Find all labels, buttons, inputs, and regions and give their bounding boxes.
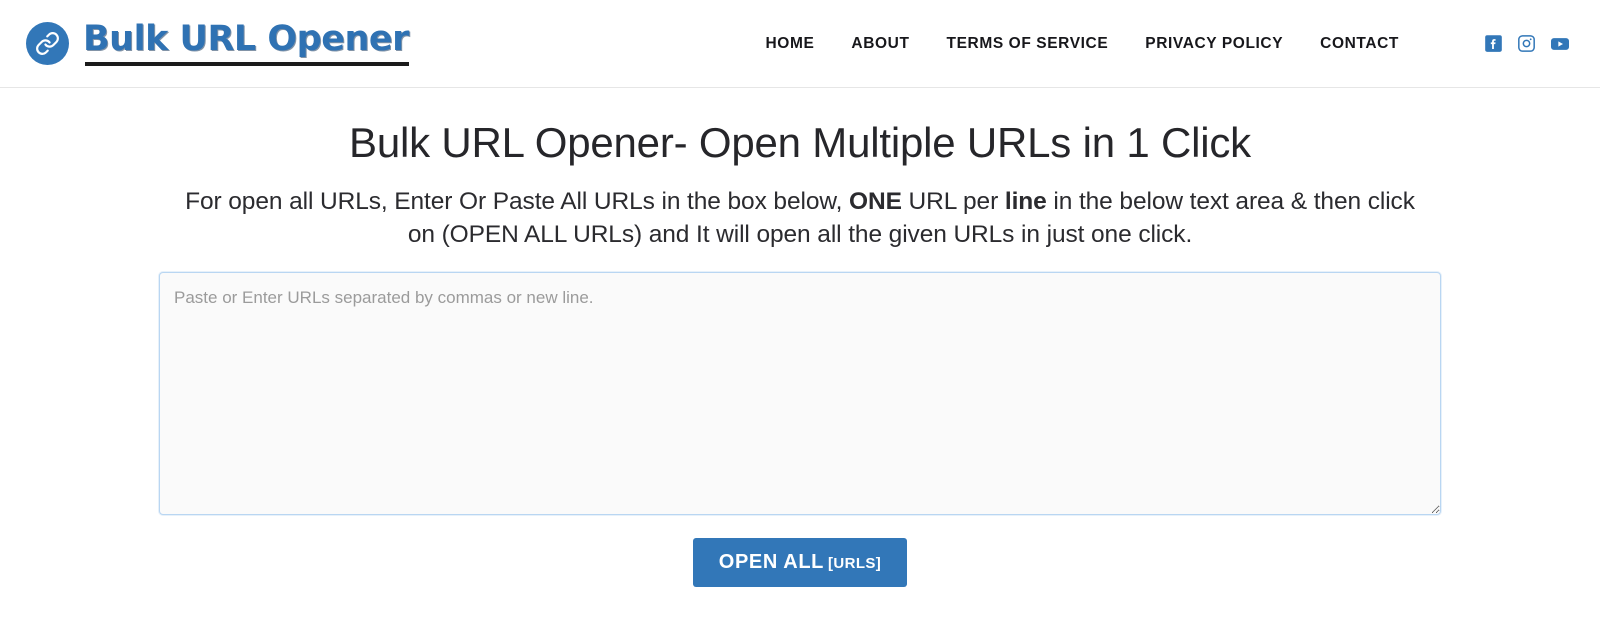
main-navigation: HOME ABOUT TERMS OF SERVICE PRIVACY POLI…	[766, 34, 1571, 54]
nav-link-contact[interactable]: CONTACT	[1320, 35, 1399, 53]
urls-textarea[interactable]	[159, 272, 1441, 516]
nav-link-terms-of-service[interactable]: TERMS OF SERVICE	[947, 35, 1109, 53]
page-intro: For open all URLs, Enter Or Paste All UR…	[180, 186, 1420, 251]
instagram-icon[interactable]	[1517, 34, 1536, 53]
intro-emphasis-one: ONE	[849, 188, 902, 216]
nav-link-privacy-policy[interactable]: PRIVACY POLICY	[1145, 35, 1283, 53]
brand-logo[interactable]: Bulk URL Opener	[26, 18, 409, 66]
brand-wordmark: Bulk URL Opener	[83, 18, 409, 66]
open-all-button-sublabel: [URLS]	[827, 555, 882, 573]
open-all-button[interactable]: OPEN ALL [URLS]	[692, 538, 908, 588]
page-title: Bulk URL Opener- Open Multiple URLs in 1…	[349, 119, 1251, 166]
intro-part-2: URL per	[901, 188, 1005, 216]
intro-part-1: For open all URLs, Enter Or Paste All UR…	[185, 188, 850, 216]
facebook-icon[interactable]	[1484, 34, 1503, 53]
site-header: Bulk URL Opener HOME ABOUT TERMS OF SERV…	[0, 0, 1600, 88]
intro-emphasis-line: line	[1004, 188, 1047, 216]
youtube-icon[interactable]	[1550, 34, 1570, 54]
nav-link-home[interactable]: HOME	[766, 35, 815, 53]
url-form: OPEN ALL[URLS]	[159, 272, 1441, 588]
open-all-button-label: OPEN ALL	[718, 551, 824, 574]
brand-underline	[85, 61, 409, 66]
main-content: Bulk URL Opener- Open Multiple URLs in 1…	[0, 88, 1600, 588]
social-links	[1484, 34, 1570, 54]
brand-name: Bulk URL Opener	[83, 18, 409, 59]
nav-link-about[interactable]: ABOUT	[851, 35, 909, 53]
link-chain-icon	[26, 22, 69, 65]
form-actions: OPEN ALL [URLS]	[159, 538, 1441, 588]
